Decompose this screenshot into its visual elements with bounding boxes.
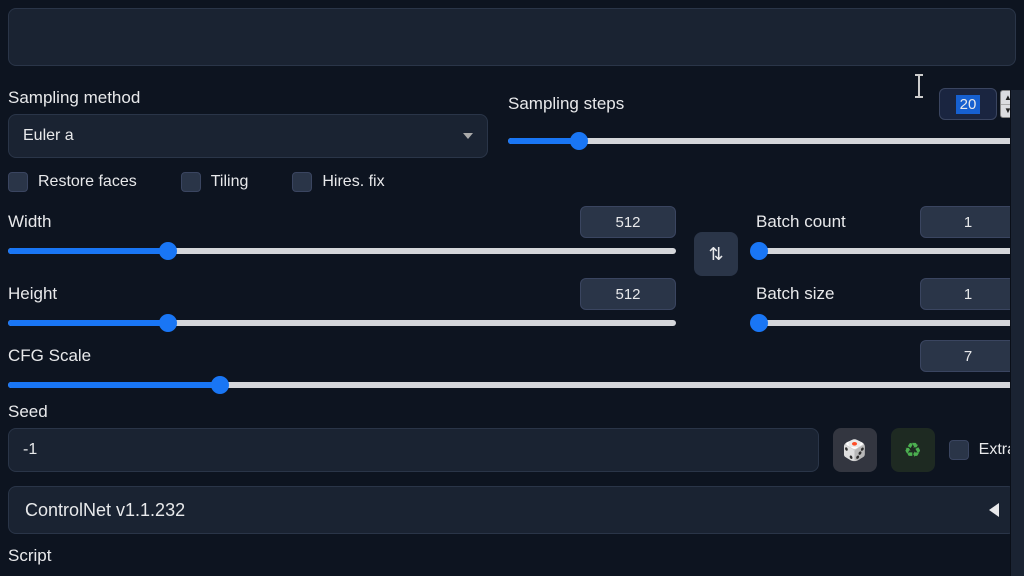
width-input[interactable]: 512 bbox=[580, 206, 676, 238]
cfg-scale-slider[interactable] bbox=[8, 382, 1016, 388]
width-label: Width bbox=[8, 212, 51, 232]
batch-count-input[interactable]: 1 bbox=[920, 206, 1016, 238]
seed-input[interactable]: -1 bbox=[8, 428, 819, 472]
height-slider[interactable] bbox=[8, 320, 676, 326]
extra-checkbox[interactable]: Extra bbox=[949, 440, 1016, 460]
restore-faces-checkbox[interactable]: Restore faces bbox=[8, 172, 137, 192]
seed-label: Seed bbox=[8, 402, 1016, 422]
sampling-method-label: Sampling method bbox=[8, 88, 488, 108]
sampling-steps-input[interactable]: 20 bbox=[939, 88, 997, 120]
reuse-seed-button[interactable]: ♻ bbox=[891, 428, 935, 472]
height-input[interactable]: 512 bbox=[580, 278, 676, 310]
batch-count-label: Batch count bbox=[756, 212, 846, 232]
cfg-scale-label: CFG Scale bbox=[8, 346, 91, 366]
checkbox-row: Restore faces Tiling Hires. fix bbox=[8, 172, 1016, 192]
batch-size-input[interactable]: 1 bbox=[920, 278, 1016, 310]
side-panel bbox=[1010, 90, 1024, 576]
batch-size-slider[interactable] bbox=[756, 320, 1016, 326]
swap-dimensions-button[interactable]: ⇅ bbox=[694, 232, 738, 276]
height-label: Height bbox=[8, 284, 57, 304]
width-slider[interactable] bbox=[8, 248, 676, 254]
checkbox-icon bbox=[8, 172, 28, 192]
controlnet-accordion[interactable]: ControlNet v1.1.232 bbox=[8, 486, 1016, 534]
sampling-steps-slider[interactable] bbox=[508, 138, 1016, 144]
batch-count-slider[interactable] bbox=[756, 248, 1016, 254]
sampling-method-value: Euler a bbox=[23, 127, 74, 145]
random-seed-button[interactable]: 🎲 bbox=[833, 428, 877, 472]
cfg-scale-input[interactable]: 7 bbox=[920, 340, 1016, 372]
collapse-arrow-icon bbox=[989, 503, 999, 517]
dice-icon: 🎲 bbox=[842, 438, 867, 463]
checkbox-icon bbox=[949, 440, 969, 460]
checkbox-icon bbox=[292, 172, 312, 192]
slider-fill bbox=[508, 138, 579, 144]
recycle-icon: ♻ bbox=[904, 438, 922, 463]
prompt-textarea[interactable] bbox=[8, 8, 1016, 66]
batch-size-label: Batch size bbox=[756, 284, 834, 304]
script-label: Script bbox=[8, 546, 1016, 566]
controlnet-title: ControlNet v1.1.232 bbox=[25, 500, 185, 521]
sampling-steps-label: Sampling steps bbox=[508, 94, 624, 114]
text-cursor-icon bbox=[918, 76, 920, 96]
tiling-checkbox[interactable]: Tiling bbox=[181, 172, 249, 192]
sampling-method-dropdown[interactable]: Euler a bbox=[8, 114, 488, 158]
checkbox-icon bbox=[181, 172, 201, 192]
swap-icon: ⇅ bbox=[708, 244, 723, 265]
chevron-down-icon bbox=[463, 133, 473, 139]
slider-thumb[interactable] bbox=[570, 132, 588, 150]
hires-fix-checkbox[interactable]: Hires. fix bbox=[292, 172, 384, 192]
